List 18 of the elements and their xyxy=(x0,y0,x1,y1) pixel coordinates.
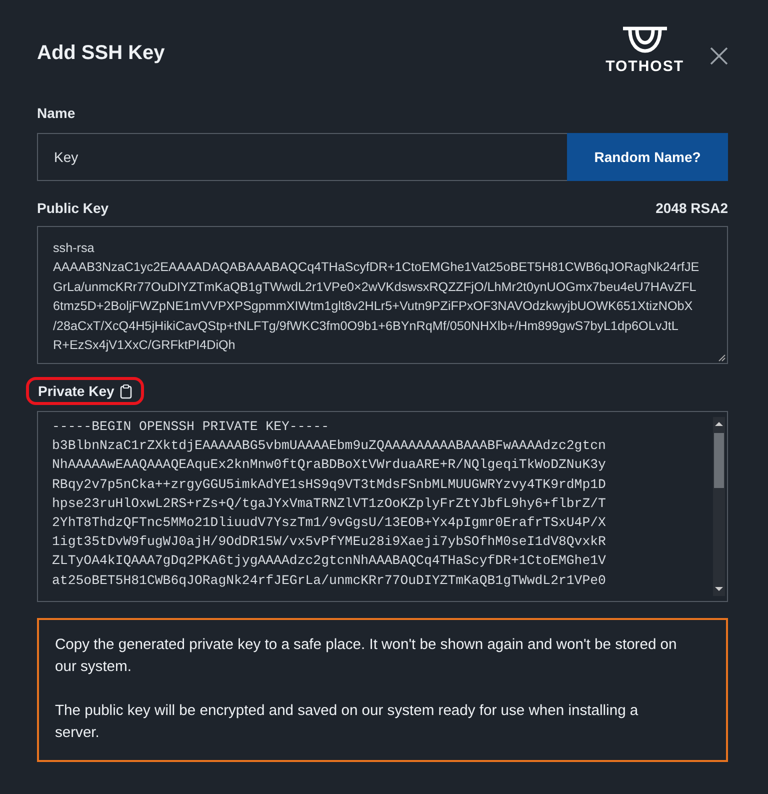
clipboard-icon[interactable] xyxy=(120,384,132,398)
resize-grip-icon[interactable] xyxy=(718,354,726,362)
close-button[interactable] xyxy=(710,47,728,65)
random-name-button[interactable]: Random Name? xyxy=(567,133,728,181)
scrollbar[interactable] xyxy=(713,417,725,596)
public-key-field[interactable]: ssh-rsa AAAAB3NzaC1yc2EAAAADAQABAAABAQCq4THaScyfDR+1CtoEMGhe1Vat25oBET5H81CWB6qJORagNk24rfJE GrLa/unmcKRr77OuDIYZTmKaQB1gTWwdL2r1VPe0×2wVKdswsxRQZZFjO/LhMr2t0ynUOGmx7beu4eU7HAvZFL 6tmz5D+2BoljFWZpNE1mVVPXPSgpmmXIWtm1glt8v2HLr5+Vutn9PZiFPxOF3NAVOdzkwyjbUOWK651XtizNObX /28aCxT/XcQ4H5jHikiCavQStp+tNLFTg/9fWKC3fm0O9b1+6BYnRqMf/050NHXlb+/Hm899gwS7byL1dp6OLvJtL R+EzSx4jV1XxC/GRFktPI4DiQh xyxy=(37,226,728,364)
dialog-title: Add SSH Key xyxy=(37,42,166,65)
notice-text: The public key will be encrypted and saved on our system ready for use when installing a server. xyxy=(55,702,640,743)
public-key-label: Public Key xyxy=(37,200,109,216)
scroll-up-icon[interactable] xyxy=(715,421,723,427)
notice-text: Copy the generated private key to a safe place. It won't be shown again and won't be stored on our system. xyxy=(55,636,678,677)
private-key-label: Private Key xyxy=(38,383,114,399)
key-type-label: 2048 RSA2 xyxy=(656,200,728,216)
scroll-down-icon[interactable] xyxy=(715,586,723,592)
name-field[interactable]: Key xyxy=(37,133,567,181)
brand-logo: TOTHOST xyxy=(606,26,684,75)
name-label: Name xyxy=(37,105,76,121)
private-key-field[interactable]: -----BEGIN OPENSSH PRIVATE KEY----- b3BlbnNzaC1rZXktdjEAAAAABG5vbmUAAAAEbm9uZQAAAAAAAAABAAABFwAAAAdzc2gtcn NhAAAAAwEAAQAAAQEAquEx2knMnw0ftQraBDBoXtVWrduaARE+R/NQlgeqiTkWoDZNuK3y RBqy2v7p5nCka++zrgyGGU5imkAdYE1sHS9q9VT3tMdsFSnbMLMUUGWRYzvy4TK9rdMp1D hpse23ruHlOxwL2RS+rZs+Q/tgaJYxVmaTRNZlVT1zOoKZplyFrZtYJbfL9hy6+flbrZ/T 2YhT8ThdzQFTnc5MMo21DliuudV7YszTm1/9vGgsU/13EOB+Yx4pIgmr0ErafrTSxU4P/X 1igt35tDvW9fugWJ0ajH/9OdDR15W/vx5vPfYMEu28i9Xaeji7ybSOfhM0seI1dV8QvxkR ZLTyOA4kIQAAA7gDq2PKA6tjygAAAAdzc2gtcnNhAAABAQCq4THaScyfDR+1CtoEMGhe1V at25oBET5H81CWB6qJORagNk24rfJEGrLa/unmcKRr77OuDIYZTmKaQB1gTWwdL2r1VPe0 xyxy=(37,411,728,602)
